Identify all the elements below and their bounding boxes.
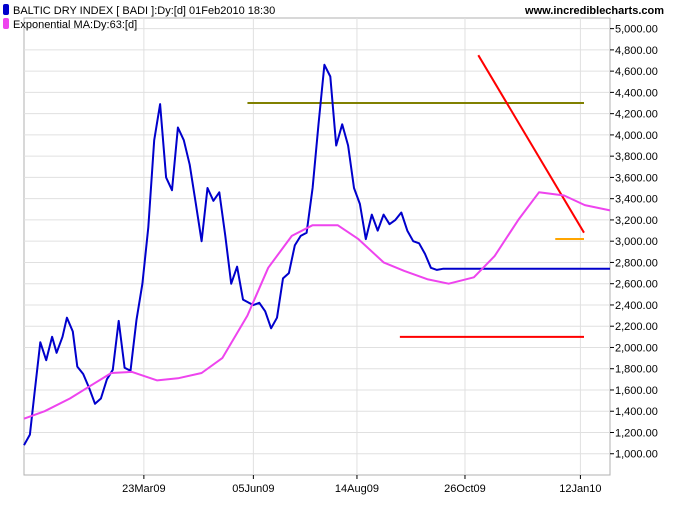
- y-tick-label: 4,600.00: [615, 66, 658, 78]
- y-tick-label: 4,200.00: [615, 109, 658, 121]
- y-tick-label: 1,000.00: [615, 449, 658, 461]
- legend-swatch: [3, 4, 9, 15]
- y-tick-label: 3,400.00: [615, 194, 658, 206]
- y-tick-label: 2,200.00: [615, 321, 658, 333]
- y-tick-label: 3,000.00: [615, 236, 658, 248]
- x-tick-label: 14Aug09: [335, 483, 379, 495]
- y-tick-label: 1,800.00: [615, 364, 658, 376]
- watermark: www.incrediblecharts.com: [524, 5, 664, 17]
- legend-swatch: [3, 18, 9, 29]
- y-tick-label: 1,600.00: [615, 385, 658, 397]
- chart: 1,000.00 1,200.00 1,400.00 1,600.00 1,800.00…: [0, 0, 675, 500]
- y-tick-label: 5,000.00: [615, 24, 658, 36]
- y-tick-label: 3,200.00: [615, 215, 658, 227]
- y-tick-label: 3,800.00: [615, 151, 658, 163]
- legend-label: Exponential MA:Dy:63:[d]: [13, 19, 137, 31]
- x-tick-label: 26Oct09: [444, 483, 486, 495]
- y-tick-label: 4,400.00: [615, 87, 658, 99]
- y-tick-label: 3,600.00: [615, 172, 658, 184]
- y-tick-label: 1,200.00: [615, 427, 658, 439]
- y-tick-label: 4,800.00: [615, 45, 658, 57]
- y-tick-label: 2,800.00: [615, 257, 658, 269]
- y-tick-label: 2,400.00: [615, 300, 658, 312]
- y-tick-label: 4,000.00: [615, 130, 658, 142]
- x-tick-label: 23Mar09: [122, 483, 165, 495]
- chart-svg: 1,000.00 1,200.00 1,400.00 1,600.00 1,800.00…: [3, 4, 664, 495]
- plot-area: [23, 17, 611, 476]
- x-tick-label: 05Jun09: [232, 483, 274, 495]
- y-tick-label: 2,000.00: [615, 342, 658, 354]
- y-tick-label: 1,400.00: [615, 406, 658, 418]
- y-tick-label: 2,600.00: [615, 279, 658, 291]
- legend-label: BALTIC DRY INDEX [ BADI ]:Dy:[d] 01Feb20…: [13, 5, 275, 17]
- x-tick-label: 12Jan10: [559, 483, 601, 495]
